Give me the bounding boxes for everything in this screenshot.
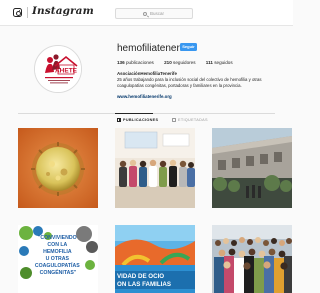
tab-tagged-label: ETIQUETADAS (178, 118, 208, 122)
tab-posts[interactable]: PUBLICACIONES (117, 118, 159, 123)
grid-icon (117, 118, 121, 123)
svg-text:AHETE: AHETE (55, 68, 78, 75)
post-thumbnail[interactable] (212, 225, 292, 293)
group-event-photo (115, 128, 195, 208)
poster-line: HEMOFILIA (43, 249, 72, 255)
nav-divider (27, 7, 28, 18)
poster-line: VIDAD DE OCIO (117, 273, 164, 280)
active-tab-indicator (115, 113, 153, 114)
following-label: seguidos (214, 60, 233, 65)
poster-line: ON LAS FAMILIAS (117, 281, 171, 288)
post-thumbnail[interactable] (115, 128, 195, 208)
posts-count: 136 (117, 60, 125, 65)
building-photo (212, 128, 292, 208)
virus-photo (18, 128, 98, 208)
tab-tagged[interactable]: ETIQUETADAS (172, 118, 208, 122)
post-thumbnail[interactable]: VIDAD DE OCIO ON LAS FAMILIAS (115, 225, 195, 293)
followers-label: seguidores (173, 60, 196, 65)
profile-stats: 136 publicaciones 210 seguidores 111 seg… (117, 60, 242, 65)
search-icon (143, 11, 147, 16)
poster-thumbnail: "CONVIVIENDO CON LA HEMOFILIA U OTRAS CO… (18, 225, 98, 293)
profile-avatar[interactable]: AHETE (34, 45, 82, 93)
poster-line: CON LA (47, 242, 67, 248)
following-count: 111 (205, 60, 213, 65)
posts-label: publicaciones (125, 60, 154, 65)
poster-line: "CONVIVIENDO (38, 235, 77, 241)
posts-stat: 136 publicaciones (117, 60, 154, 65)
follow-button[interactable]: Seguir (180, 43, 197, 51)
top-navigation: Instagram Buscar (0, 0, 293, 26)
tab-posts-label: PUBLICACIONES (123, 118, 159, 122)
search-placeholder: Buscar (150, 10, 165, 16)
poster-line: CONGÉNITAS" (40, 268, 77, 276)
instagram-camera-icon[interactable] (13, 8, 22, 17)
following-stat[interactable]: 111 seguidos (206, 60, 233, 65)
search-input[interactable]: Buscar (115, 8, 193, 19)
post-thumbnail[interactable]: "CONVIVIENDO CON LA HEMOFILIA U OTRAS CO… (18, 225, 98, 293)
post-thumbnail[interactable] (212, 128, 292, 208)
post-thumbnail[interactable] (18, 128, 98, 208)
followers-count: 210 (164, 60, 172, 65)
poster-line: COAGULOPATÍAS (35, 261, 80, 269)
bio-name: AsociaciónHemofiliaTenerife (117, 71, 177, 76)
poster-line: U OTRAS (46, 256, 70, 262)
svg-text:VIDAD DE OCIO ON LAS FAM: VIDAD DE OCIO ON LAS FAMILIAS (117, 273, 171, 288)
followers-stat[interactable]: 210 seguidores (164, 60, 195, 65)
bio-text: 25 años trabajando para la inclusión soc… (117, 77, 262, 88)
instagram-wordmark[interactable]: Instagram (32, 5, 94, 17)
tagged-icon (172, 118, 176, 122)
waterpark-poster: VIDAD DE OCIO ON LAS FAMILIAS (115, 225, 195, 293)
large-group-photo (212, 225, 292, 293)
ahete-logo: AHETE (35, 46, 81, 92)
bio-link[interactable]: www.hemofiliatenerife.org (117, 94, 172, 99)
